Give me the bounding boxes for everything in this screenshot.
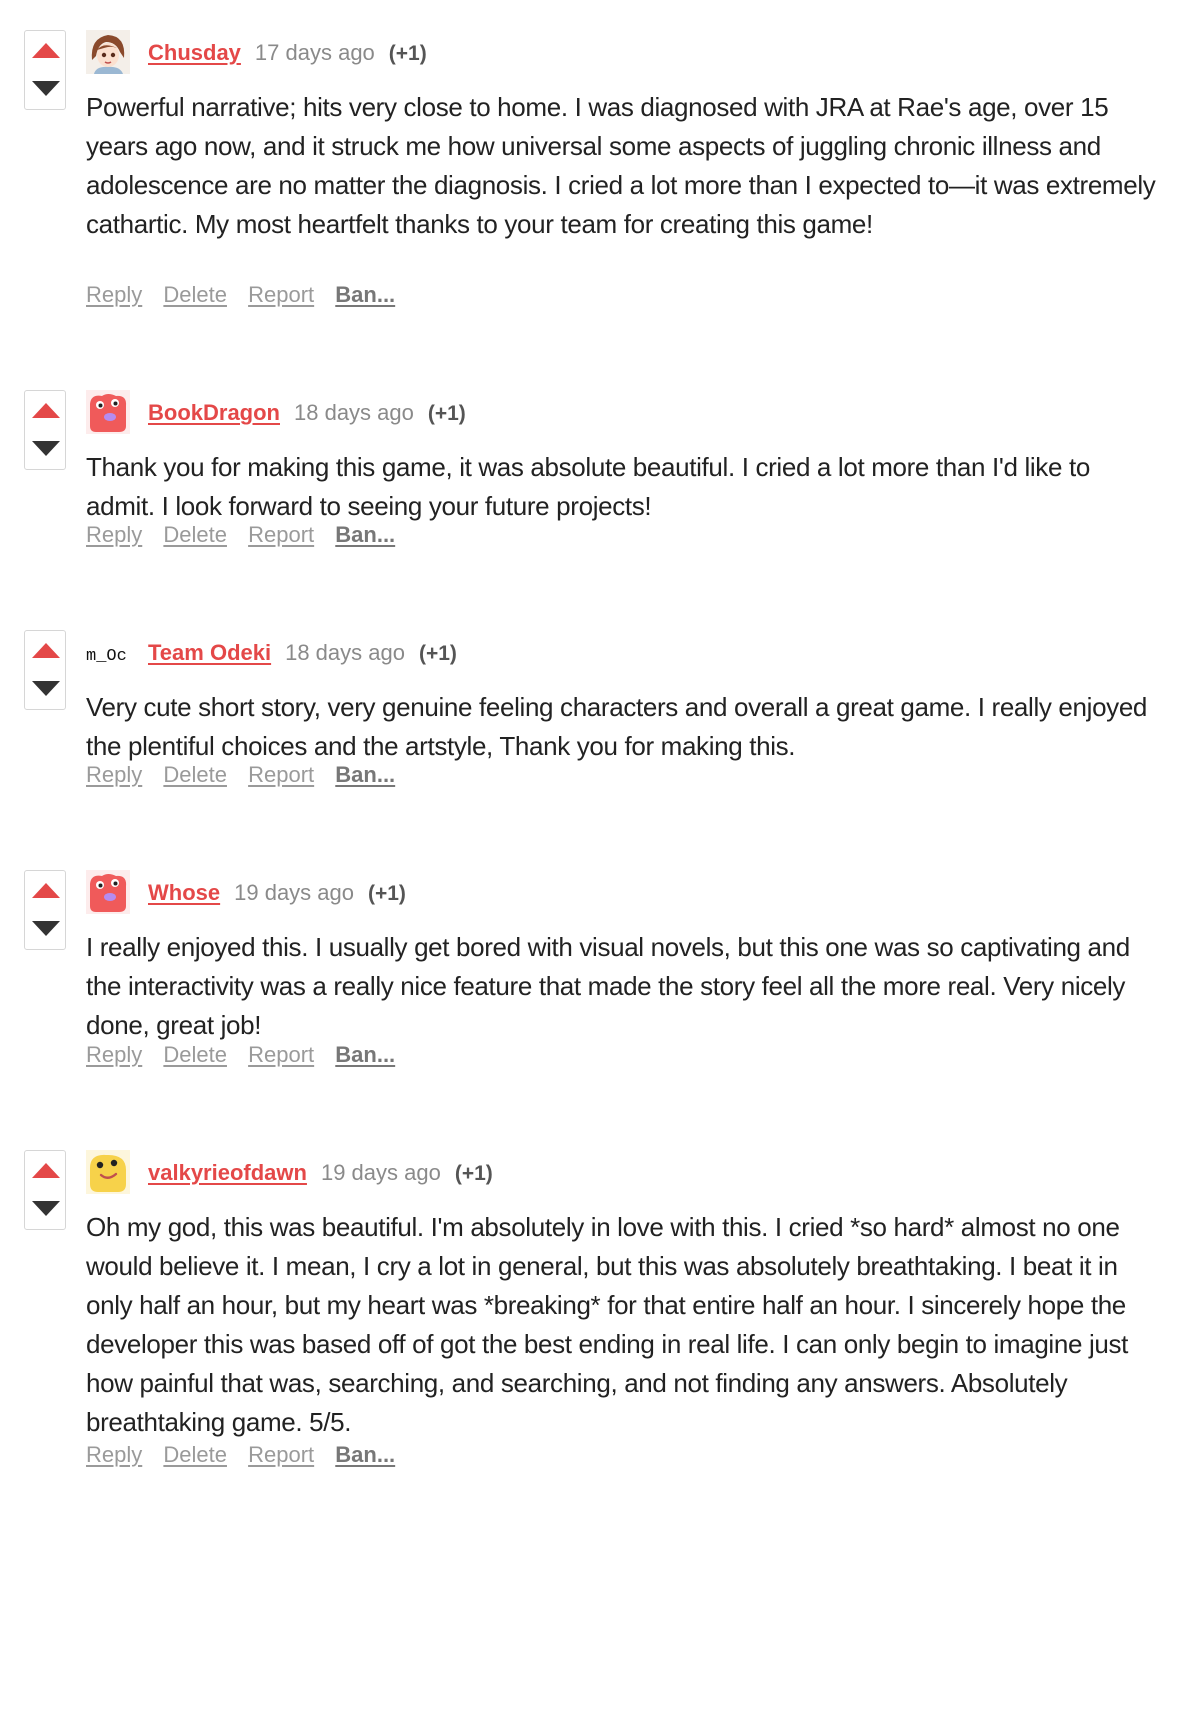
red-blob-avatar-icon[interactable]: [86, 390, 130, 434]
comment-actions: Reply Delete Report Ban...: [86, 760, 410, 790]
reply-link[interactable]: Reply: [86, 1442, 142, 1467]
report-link[interactable]: Report: [248, 1042, 314, 1067]
comment-body: Thank you for making this game, it was a…: [86, 452, 1090, 521]
comment-body: Very cute short story, very genuine feel…: [86, 692, 1148, 761]
vote-box: [24, 390, 66, 470]
comment-actions: Reply Delete Report Ban...: [86, 1440, 410, 1470]
downvote-arrow-icon[interactable]: [32, 1201, 60, 1216]
yellow-blob-avatar-icon[interactable]: [86, 1150, 130, 1194]
reply-link[interactable]: Reply: [86, 522, 142, 547]
report-link[interactable]: Report: [248, 1442, 314, 1467]
upvote-arrow-icon[interactable]: [32, 883, 60, 898]
team-logo-avatar-icon[interactable]: m_Oc: [86, 630, 130, 674]
downvote-arrow-icon[interactable]: [32, 681, 60, 696]
comment-header: Chusday 17 days ago (+1): [148, 36, 427, 68]
report-link[interactable]: Report: [248, 762, 314, 787]
delete-link[interactable]: Delete: [163, 762, 227, 787]
vote-box: [24, 1150, 66, 1230]
comment-header: Whose 19 days ago (+1): [148, 876, 406, 908]
comment-date: 17 days ago: [254, 40, 375, 65]
report-link[interactable]: Report: [248, 282, 314, 307]
upvote-arrow-icon[interactable]: [32, 43, 60, 58]
upvote-arrow-icon[interactable]: [32, 643, 60, 658]
username-link[interactable]: Chusday: [148, 40, 241, 65]
comment-actions: Reply Delete Report Ban...: [86, 1040, 410, 1070]
comment-date: 18 days ago: [285, 640, 405, 665]
comment-body: I really enjoyed this. I usually get bor…: [86, 932, 1130, 1040]
comment-score: (+1): [388, 42, 427, 65]
report-link[interactable]: Report: [248, 522, 314, 547]
username-link[interactable]: Team Odeki: [148, 640, 271, 665]
delete-link[interactable]: Delete: [163, 1042, 227, 1067]
comment-header: BookDragon 18 days ago (+1): [148, 396, 466, 428]
comment-header: Team Odeki 18 days ago (+1): [148, 636, 457, 668]
reply-link[interactable]: Reply: [86, 282, 142, 307]
username-link[interactable]: BookDragon: [148, 400, 280, 425]
anime-girl-avatar-icon[interactable]: [86, 30, 130, 74]
comment-header: valkyrieofdawn 19 days ago (+1): [148, 1156, 493, 1188]
downvote-arrow-icon[interactable]: [32, 81, 60, 96]
vote-box: [24, 870, 66, 950]
red-blob-avatar-icon[interactable]: [86, 870, 130, 914]
username-link[interactable]: valkyrieofdawn: [148, 1160, 307, 1185]
comment-score: (+1): [454, 1162, 493, 1185]
ban-link[interactable]: Ban...: [335, 522, 395, 547]
vote-box: [24, 630, 66, 710]
comment-score: (+1): [368, 882, 406, 905]
delete-link[interactable]: Delete: [163, 522, 227, 547]
comment-body: Powerful narrative; hits very close to h…: [86, 92, 1156, 239]
comment-date: 19 days ago: [320, 1160, 441, 1185]
upvote-arrow-icon[interactable]: [32, 403, 60, 418]
downvote-arrow-icon[interactable]: [32, 921, 60, 936]
ban-link[interactable]: Ban...: [335, 282, 395, 307]
comment-score: (+1): [427, 402, 466, 425]
comment-date: 18 days ago: [294, 400, 414, 425]
username-link[interactable]: Whose: [148, 880, 220, 905]
downvote-arrow-icon[interactable]: [32, 441, 60, 456]
svg-text:m_Oc: m_Oc: [86, 647, 127, 666]
comment-date: 19 days ago: [234, 880, 354, 905]
ban-link[interactable]: Ban...: [335, 762, 395, 787]
ban-link[interactable]: Ban...: [335, 1042, 395, 1067]
ban-link[interactable]: Ban...: [335, 1442, 395, 1467]
upvote-arrow-icon[interactable]: [32, 1163, 60, 1178]
reply-link[interactable]: Reply: [86, 762, 142, 787]
comment-score: (+1): [418, 642, 457, 665]
vote-box: [24, 30, 66, 110]
delete-link[interactable]: Delete: [163, 1442, 227, 1467]
delete-link[interactable]: Delete: [163, 282, 227, 307]
comment-actions: Reply Delete Report Ban...: [86, 280, 410, 310]
comment-actions: Reply Delete Report Ban...: [86, 520, 410, 550]
comment-body: Oh my god, this was beautiful. I'm absol…: [86, 1212, 1129, 1437]
reply-link[interactable]: Reply: [86, 1042, 142, 1067]
